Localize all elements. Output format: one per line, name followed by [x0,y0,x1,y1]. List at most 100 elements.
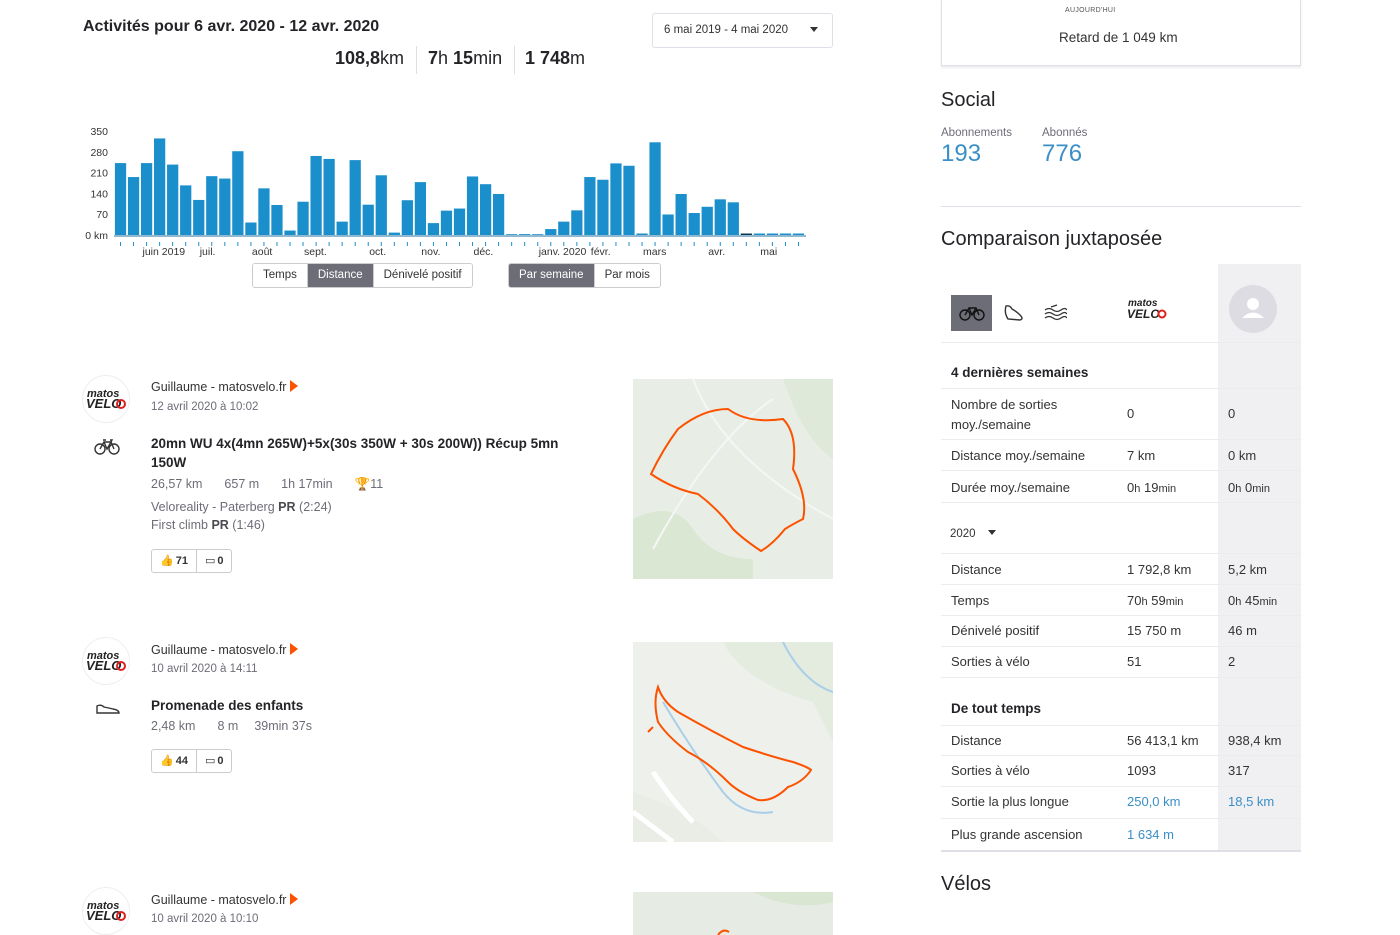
toggle-per-week[interactable]: Par semaine [509,264,595,287]
chart-bar[interactable] [375,175,387,235]
period-toggle: Par semaine Par mois [508,263,661,288]
avatar[interactable]: matos VELO [82,375,130,423]
chart-bar[interactable] [792,233,805,235]
chart-bar[interactable] [323,158,335,235]
chart-bar[interactable] [271,204,283,235]
chart-bar[interactable] [167,164,179,235]
toggle-per-month[interactable]: Par mois [594,264,660,287]
chart-bar[interactable] [597,179,609,235]
chart-bar[interactable] [701,206,713,235]
chart-bar[interactable] [649,142,661,235]
toggle-temps[interactable]: Temps [253,264,308,287]
matosvelo-logo-icon: matos VELO [1127,298,1167,321]
chart-bar[interactable] [206,176,218,235]
chart-bar[interactable] [401,200,413,235]
chart-bar[interactable] [114,163,127,235]
chart-bar[interactable] [492,193,505,235]
chart-bar[interactable] [623,165,635,235]
chart-bar[interactable] [675,193,687,235]
pro-badge-icon [290,893,299,905]
chart-bar[interactable] [545,229,557,235]
pro-badge-icon [290,643,299,655]
chart-bar[interactable] [180,185,192,235]
x-tick-label: juin 2019 [142,246,186,258]
chart-bar[interactable] [440,210,453,235]
chart-bar[interactable] [349,160,361,235]
route-map[interactable] [633,379,833,579]
tab-ride[interactable] [951,295,992,331]
chart-bar[interactable] [453,208,466,235]
chart-bar[interactable] [245,222,257,235]
table-row: Distance 1 792,8 km 5,2 km [941,553,1301,585]
table-row: Sorties à vélo 51 2 [941,647,1301,678]
date-range-value: 6 mai 2019 - 4 mai 2020 [664,24,789,36]
chart-bar[interactable] [219,178,231,235]
chart-bar[interactable] [284,230,296,235]
activity-title[interactable]: 20mn WU 4x(4mn 265W)+5x(30s 350W + 30s 2… [151,434,561,472]
chart-bar[interactable] [506,234,518,235]
chart-bar[interactable] [414,182,427,235]
tab-swim[interactable] [1034,295,1075,331]
chart-bar[interactable] [519,234,531,235]
chart-bar[interactable] [127,177,140,235]
date-range-select[interactable]: 6 mai 2019 - 4 mai 2020 [652,13,833,48]
chart-bar[interactable] [571,210,583,235]
chart-bar[interactable] [466,176,479,235]
athlete-avatar-small[interactable]: matos VELO [1127,294,1175,329]
toggle-distance[interactable]: Distance [307,264,374,287]
route-map[interactable] [633,642,833,842]
avatar-placeholder[interactable] [1229,285,1277,333]
chart-bar[interactable] [232,151,244,235]
chart-bar[interactable] [636,233,648,235]
athlete-name[interactable]: Guillaume - matosvelo.fr [151,643,299,657]
activity-title[interactable]: Promenade des enfants [151,696,303,715]
chart-bar[interactable] [427,223,440,235]
chart-bar[interactable] [610,163,622,235]
chart-bar[interactable] [727,202,739,235]
comment-button[interactable]: ▭ 0 [197,550,232,572]
chart-bar[interactable] [297,201,309,235]
kudos-button[interactable]: 👍 44 [152,750,197,772]
chart-bar[interactable] [766,233,779,235]
chart-bar[interactable] [479,184,492,235]
avatar[interactable]: matos VELO [82,637,130,685]
shoe-icon [1004,305,1023,321]
chart-bar[interactable] [662,214,674,236]
longest-ride-link[interactable]: 18,5 km [1228,794,1274,809]
chart-bar[interactable] [753,233,765,235]
toggle-elevation[interactable]: Dénivelé positif [373,264,472,287]
table-row: Distance 56 413,1 km 938,4 km [941,725,1301,756]
chart-bar[interactable] [154,138,166,235]
comment-icon: ▭ [204,755,216,767]
table-row: Temps 70h 59min 0h 45min [941,585,1301,616]
chart-bar[interactable] [779,233,792,235]
chart-bar[interactable] [558,221,570,235]
year-select[interactable]: 2020 [950,528,996,540]
followers-count[interactable]: 776 [1042,140,1082,168]
chart-bar[interactable] [336,221,348,235]
chart-bar[interactable] [740,233,752,235]
chart-bar[interactable] [388,232,400,235]
chart-bar[interactable] [584,177,596,235]
longest-ride-link[interactable]: 250,0 km [1127,794,1180,809]
athlete-name[interactable]: Guillaume - matosvelo.fr [151,893,299,907]
chart-bar[interactable] [258,188,270,235]
chart-bar[interactable] [140,163,153,235]
chart-bar[interactable] [362,204,374,235]
tab-run[interactable] [993,295,1034,331]
chart-bar[interactable] [714,199,726,235]
divider [416,46,417,74]
chart-bar[interactable] [532,234,544,235]
x-tick-label: sept. [304,246,327,258]
athlete-name[interactable]: Guillaume - matosvelo.fr [151,380,299,394]
chart-bar[interactable] [193,199,205,235]
following-count[interactable]: 193 [941,140,981,168]
comment-button[interactable]: ▭ 0 [197,750,232,772]
biggest-climb-link[interactable]: 1 634 m [1127,827,1174,842]
chart-bar[interactable] [688,213,700,235]
segment-effort: First climb PR (1:46) [151,518,265,532]
route-map[interactable] [633,892,833,935]
avatar[interactable]: matos VELO [82,887,130,935]
chart-bar[interactable] [310,155,322,235]
kudos-button[interactable]: 👍 71 [152,550,197,572]
